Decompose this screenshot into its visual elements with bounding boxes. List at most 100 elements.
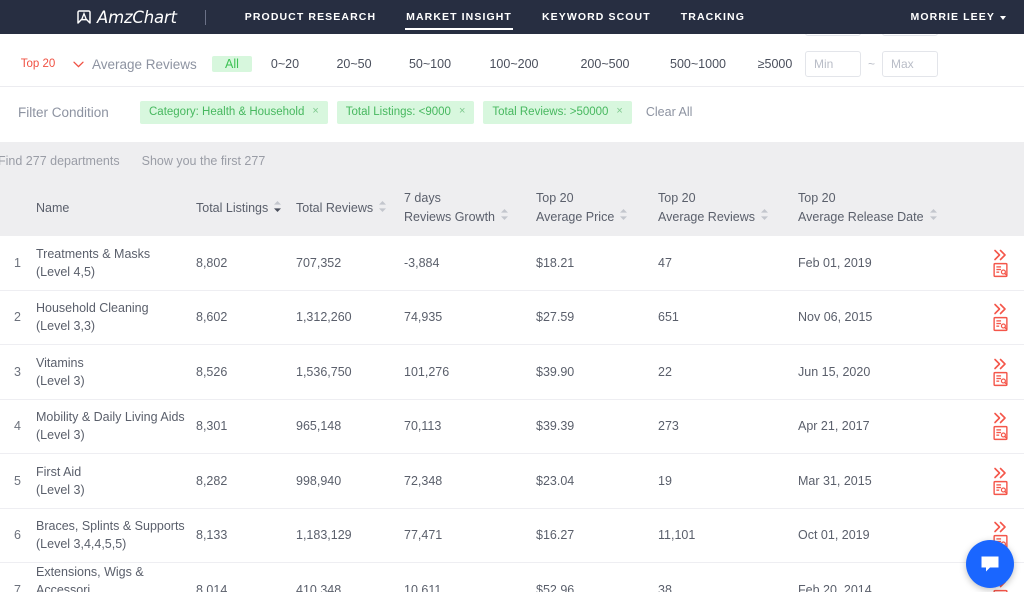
- report-search-icon[interactable]: [993, 371, 1008, 386]
- result-meta-bar: Find 277 departments Show you the first …: [0, 142, 1024, 180]
- filter-option-200-500[interactable]: 200~500: [558, 57, 652, 71]
- row-name[interactable]: Household Cleaning (Level 3,3): [36, 299, 196, 335]
- clear-all-button[interactable]: Clear All: [646, 105, 693, 119]
- filter-option-500-1000[interactable]: 500~1000: [652, 57, 744, 71]
- row-total-reviews: 998,940: [296, 473, 342, 488]
- header-average-release-date-row2: Average Release Date: [798, 208, 970, 227]
- row-name[interactable]: Treatments & Masks (Level 4,5): [36, 245, 196, 281]
- row-name[interactable]: Extensions, Wigs & Accessories: [36, 563, 196, 592]
- brand-logo[interactable]: AmzChart: [76, 8, 177, 27]
- row-average-reviews: 22: [658, 364, 672, 379]
- row-average-price: $18.21: [536, 255, 575, 270]
- amzchart-logo-icon: [77, 10, 91, 24]
- row-name-label: Household Cleaning: [36, 301, 149, 316]
- header-reviews-growth[interactable]: 7 days Reviews Growth: [404, 189, 536, 228]
- nav-item-market-insight[interactable]: MARKET INSIGHT: [391, 0, 527, 34]
- row-rank: 6: [14, 528, 21, 543]
- expand-chevrons-icon[interactable]: [993, 303, 1008, 316]
- expand-chevrons-icon[interactable]: [993, 466, 1008, 479]
- sort-desc-active-icon[interactable]: [273, 200, 282, 216]
- row-name-label: Extensions, Wigs & Accessori: [36, 564, 144, 592]
- row-total-reviews: 1,183,129: [296, 528, 352, 543]
- sort-icon[interactable]: [619, 208, 628, 227]
- header-average-reviews[interactable]: Top 20 Average Reviews: [658, 189, 798, 228]
- header-average-price[interactable]: Top 20 Average Price: [536, 189, 658, 228]
- max-input[interactable]: [882, 51, 938, 77]
- row-average-price: $27.59: [536, 310, 575, 325]
- filter-option-100-200[interactable]: 100~200: [470, 57, 558, 71]
- row-average-price: $52.96: [536, 582, 575, 592]
- header-total-reviews-label: Total Reviews: [296, 201, 374, 215]
- sort-icon[interactable]: [760, 208, 769, 227]
- row-total-listings: 8,602: [196, 310, 228, 325]
- table-row[interactable]: 1 Treatments & Masks (Level 4,5) 8,802 707,3…: [0, 236, 1024, 291]
- row-name[interactable]: Mobility & Daily Living Aids (Level 3): [36, 408, 196, 444]
- row-average-reviews: 19: [658, 473, 672, 488]
- row-name-label: Braces, Splints & Supports: [36, 519, 185, 534]
- table-row[interactable]: 5 First Aid (Level 3) 8,282 998,940 72,348 $23…: [0, 454, 1024, 509]
- filter-option-20-50[interactable]: 20~50: [318, 57, 390, 71]
- report-search-icon[interactable]: [993, 426, 1008, 441]
- page-content: 7 days Reviews Growth All 0~50 50~100 10…: [0, 0, 1024, 592]
- header-average-reviews-label: Average Reviews: [658, 210, 756, 224]
- row-average-reviews: 273: [658, 419, 679, 434]
- row-total-reviews: 1,536,750: [296, 364, 352, 379]
- row-average-release-date: Feb 20, 2014: [798, 582, 872, 592]
- sort-icon[interactable]: [378, 200, 387, 216]
- min-input[interactable]: [804, 51, 861, 77]
- expand-chevrons-icon[interactable]: [993, 357, 1008, 370]
- expand-chevrons-icon[interactable]: [993, 521, 1008, 534]
- user-name: MORRIE LEEY: [910, 11, 995, 23]
- table-row[interactable]: 7 Extensions, Wigs & Accessories8,014 410,…: [0, 563, 1024, 592]
- close-icon[interactable]: ×: [312, 106, 318, 117]
- row-average-release-date: Nov 06, 2015: [798, 310, 873, 325]
- chat-widget-button[interactable]: [966, 540, 1014, 588]
- chevron-down-icon[interactable]: [64, 61, 92, 68]
- filter-option-50-100[interactable]: 50~100: [390, 57, 470, 71]
- app-root: 7 days Reviews Growth All 0~50 50~100 10…: [0, 0, 1024, 592]
- close-icon[interactable]: ×: [459, 106, 465, 117]
- header-average-release-date-label: Average Release Date: [798, 210, 924, 224]
- header-total-listings-label: Total Listings: [196, 201, 269, 215]
- user-menu[interactable]: MORRIE LEEY: [911, 11, 1006, 23]
- table-row[interactable]: 6 Braces, Splints & Supports (Level 3,4,4,…: [0, 508, 1024, 563]
- expand-chevrons-icon[interactable]: [993, 248, 1008, 261]
- row-action-group: [993, 412, 1008, 441]
- top-navbar: AmzChart PRODUCT RESEARCH MARKET INSIGHT…: [0, 0, 1024, 34]
- header-average-release-date[interactable]: Top 20 Average Release Date: [798, 189, 970, 228]
- table-row[interactable]: 4 Mobility & Daily Living Aids (Level 3) 8,…: [0, 399, 1024, 454]
- header-total-listings[interactable]: Total Listings: [196, 200, 296, 216]
- report-search-icon[interactable]: [993, 262, 1008, 277]
- table-row[interactable]: 2 Household Cleaning (Level 3,3) 8,602 1,312…: [0, 290, 1024, 345]
- filter-option-gte-5000[interactable]: ≥5000: [744, 57, 806, 71]
- row-name-label: Vitamins: [36, 355, 84, 370]
- row-rank: 7: [14, 582, 21, 592]
- sort-icon[interactable]: [929, 208, 938, 227]
- row-name[interactable]: Vitamins (Level 3): [36, 354, 196, 390]
- filter-option-0-20[interactable]: 0~20: [252, 57, 318, 71]
- sort-icon[interactable]: [500, 208, 509, 227]
- report-search-icon[interactable]: [993, 480, 1008, 495]
- report-search-icon[interactable]: [993, 317, 1008, 332]
- row-total-listings: 8,301: [196, 419, 228, 434]
- expand-chevrons-icon[interactable]: [993, 412, 1008, 425]
- row-name-label: Treatments & Masks: [36, 246, 151, 261]
- chat-bubble-icon: [981, 556, 999, 572]
- row-average-reviews: 651: [658, 310, 679, 325]
- filter-row-tag[interactable]: Top 20: [12, 58, 64, 70]
- nav-item-keyword-scout[interactable]: KEYWORD SCOUT: [527, 0, 666, 34]
- nav-divider: [204, 9, 206, 25]
- nav-item-tracking[interactable]: TRACKING: [666, 0, 760, 34]
- row-name[interactable]: First Aid (Level 3): [36, 463, 196, 499]
- filter-range-inputs: ~: [804, 51, 938, 77]
- brand-name: AmzChart: [97, 7, 177, 27]
- nav-item-product-research[interactable]: PRODUCT RESEARCH: [230, 0, 391, 34]
- filter-option-all[interactable]: All: [212, 56, 252, 72]
- table-row[interactable]: 3 Vitamins (Level 3) 8,526 1,536,750 101,276 $…: [0, 345, 1024, 400]
- row-reviews-growth: 101,276: [404, 364, 450, 379]
- header-total-reviews[interactable]: Total Reviews: [296, 200, 404, 216]
- row-name-label: First Aid: [36, 464, 82, 479]
- row-total-reviews: 1,312,260: [296, 310, 352, 325]
- close-icon[interactable]: ×: [616, 106, 622, 117]
- row-name[interactable]: Braces, Splints & Supports (Level 3,4,4,5…: [36, 517, 196, 553]
